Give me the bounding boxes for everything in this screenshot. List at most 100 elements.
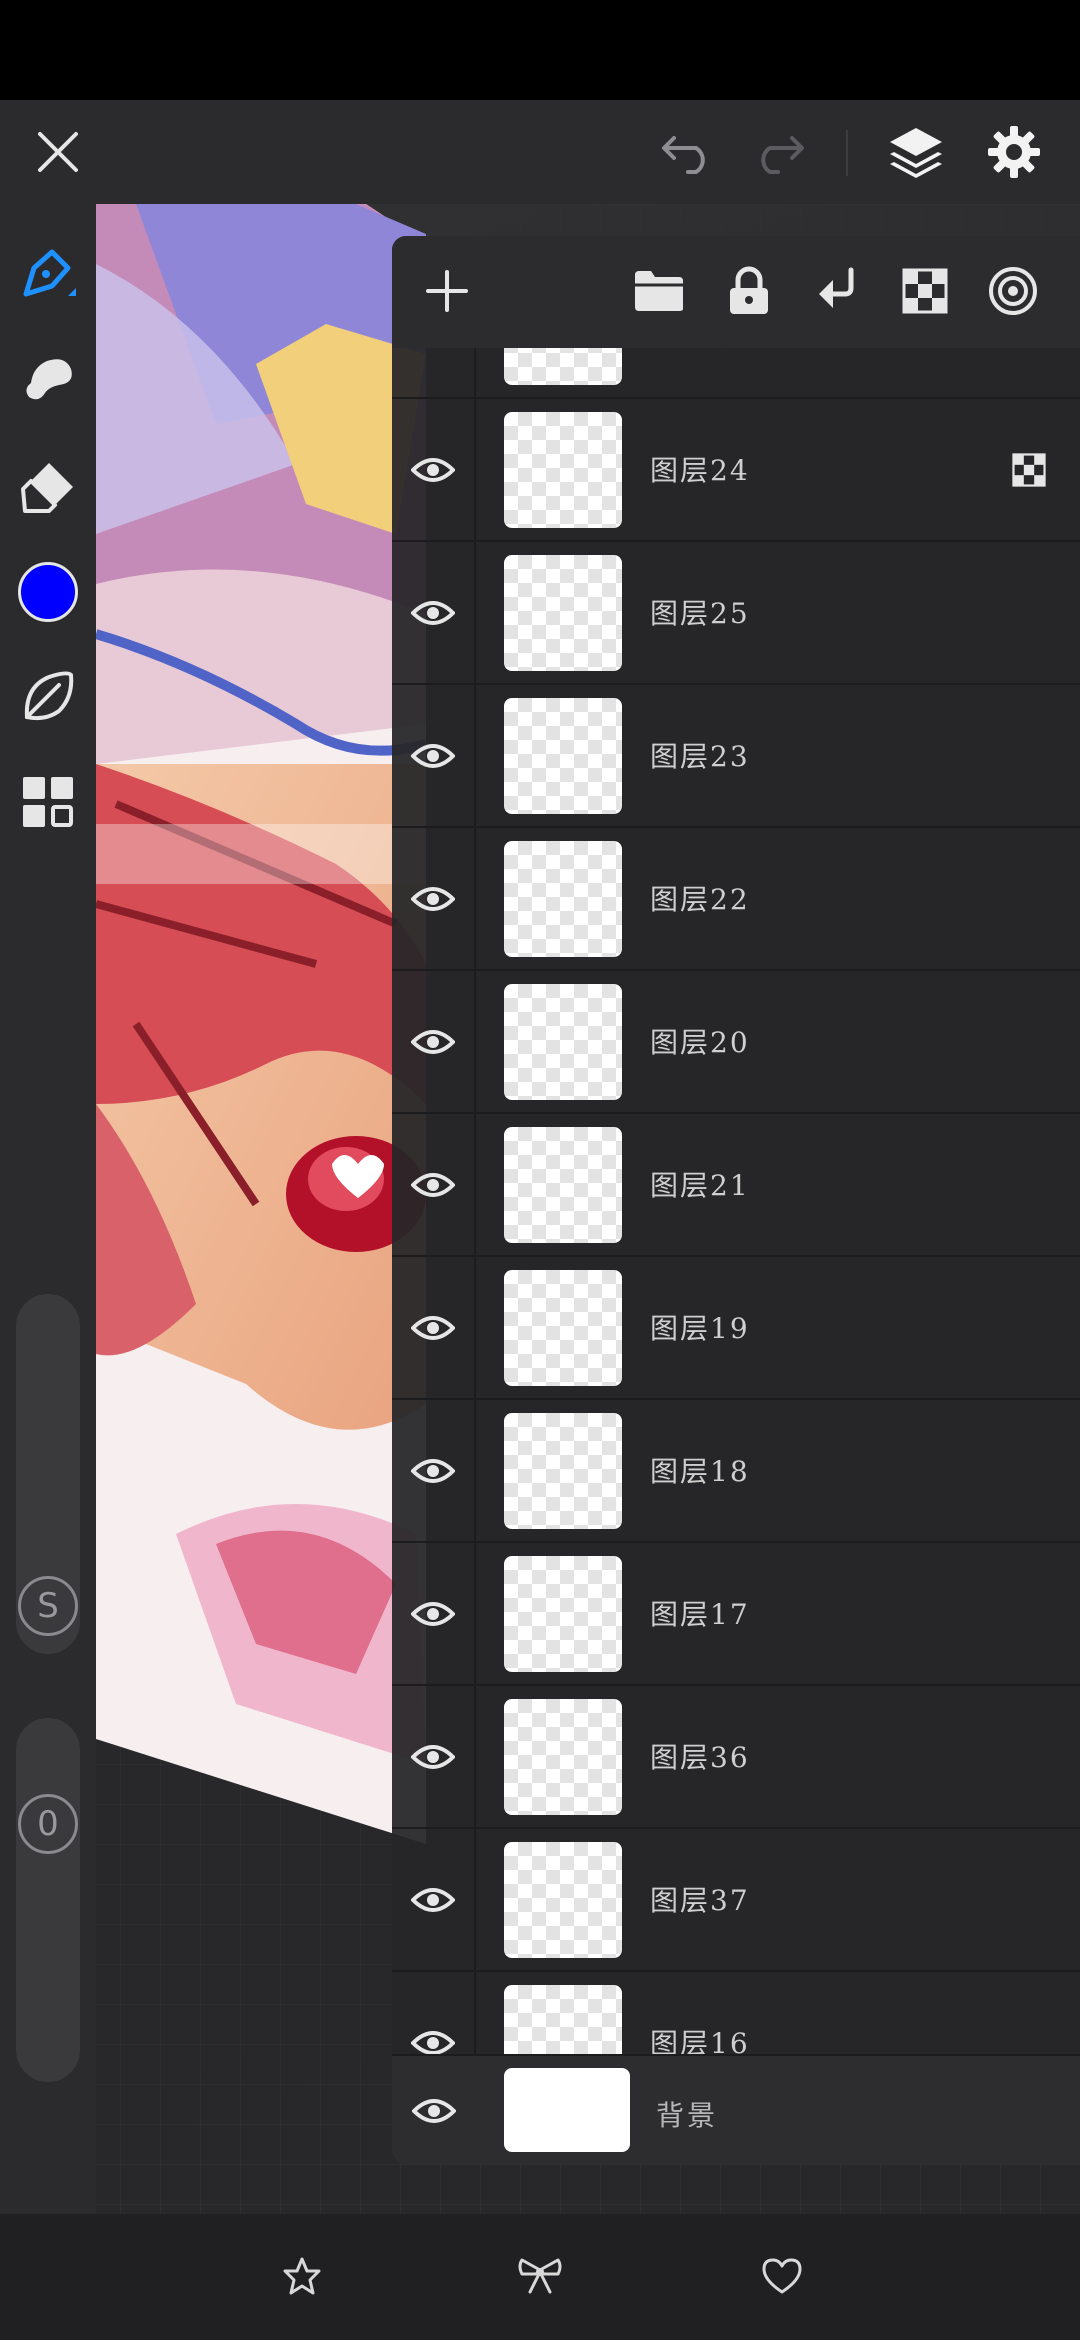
eye-icon — [411, 1029, 455, 1054]
add-layer-button[interactable] — [414, 258, 480, 324]
layer-thumbnail — [504, 555, 622, 671]
visibility-toggle[interactable] — [392, 542, 476, 683]
eye-icon — [411, 1601, 455, 1626]
status-bar — [0, 0, 1080, 100]
blend-mode-icon — [989, 267, 1037, 315]
layer-name: 图层19 — [650, 1312, 750, 1345]
undo-icon — [662, 136, 705, 174]
layer-row[interactable]: 图层27 — [392, 348, 1080, 399]
eye-icon — [411, 743, 455, 768]
layer-list[interactable]: 图层27 图层24 图层25 图层23 图层22 图层20 图层21 图层19 图层18 图层17… — [392, 348, 1080, 2164]
layer-name: 图层24 — [650, 454, 750, 487]
heart-button[interactable] — [750, 2244, 814, 2308]
layer-row[interactable]: 图层21 — [392, 1114, 1080, 1257]
layer-row[interactable]: 图层20 — [392, 971, 1080, 1114]
layer-thumbnail — [504, 412, 622, 528]
opacity-slider[interactable]: 0 — [16, 1718, 80, 2082]
layer-name: 背景 — [656, 2099, 719, 2132]
layer-thumbnail — [504, 348, 622, 385]
opacity-badge: 0 — [18, 1794, 78, 1854]
lock-layer-button[interactable] — [716, 258, 782, 324]
alpha-lock-icon — [902, 268, 948, 314]
layer-name: 图层18 — [650, 1455, 750, 1488]
visibility-toggle[interactable] — [392, 399, 476, 540]
brush-library[interactable] — [14, 662, 82, 730]
layer-row[interactable]: 图层18 — [392, 1400, 1080, 1543]
star-icon — [283, 2257, 321, 2295]
eye-icon — [411, 886, 455, 911]
layer-row[interactable]: 图层24 — [392, 399, 1080, 542]
visibility-toggle[interactable] — [392, 1257, 476, 1398]
star-button[interactable] — [270, 2244, 334, 2308]
gallery-grid-icon — [23, 777, 73, 827]
gear-icon — [988, 126, 1040, 178]
brush-size-slider[interactable]: S — [16, 1294, 80, 1654]
blend-mode-button[interactable] — [980, 258, 1046, 324]
left-toolbar: S 0 — [0, 204, 96, 2214]
layer-thumbnail — [504, 1270, 622, 1386]
layer-name: 图层21 — [650, 1169, 750, 1202]
visibility-toggle[interactable] — [392, 1114, 476, 1255]
bottom-bar — [0, 2214, 1080, 2340]
redo-button[interactable] — [744, 118, 812, 186]
undo-button[interactable] — [654, 118, 722, 186]
pen-tool-icon — [23, 249, 76, 297]
visibility-toggle[interactable] — [392, 348, 476, 397]
gallery-button[interactable] — [14, 768, 82, 836]
settings-button[interactable] — [980, 118, 1048, 186]
bow-icon — [518, 2258, 562, 2294]
visibility-toggle[interactable] — [392, 1686, 476, 1827]
folder-button[interactable] — [626, 258, 692, 324]
eye-icon — [412, 2099, 456, 2123]
lock-icon — [730, 266, 768, 314]
toolbar-divider — [846, 130, 848, 176]
layer-row[interactable]: 图层37 — [392, 1829, 1080, 1972]
layer-thumbnail — [504, 698, 622, 814]
visibility-toggle[interactable] — [392, 1543, 476, 1684]
eye-icon — [411, 1887, 455, 1912]
layer-row[interactable]: 图层22 — [392, 828, 1080, 971]
eye-icon — [411, 1172, 455, 1197]
layer-thumbnail — [504, 1699, 622, 1815]
layer-row[interactable]: 图层17 — [392, 1543, 1080, 1686]
redo-icon — [761, 136, 804, 174]
layer-thumbnail — [504, 2068, 630, 2152]
layer-thumbnail — [504, 1413, 622, 1529]
eraser-tool[interactable] — [14, 452, 82, 520]
bow-button[interactable] — [508, 2244, 572, 2308]
alpha-lock-button[interactable] — [892, 258, 958, 324]
layer-thumbnail — [504, 1556, 622, 1672]
layer-thumbnail — [504, 1127, 622, 1243]
layer-name: 图层25 — [650, 597, 750, 630]
brush-size-badge: S — [18, 1576, 78, 1636]
layers-button[interactable] — [882, 118, 950, 186]
background-layer-row[interactable]: 背景 — [392, 2054, 1080, 2164]
visibility-toggle[interactable] — [392, 2056, 476, 2164]
visibility-toggle[interactable] — [392, 685, 476, 826]
color-swatch[interactable] — [14, 558, 82, 626]
layer-row[interactable]: 图层23 — [392, 685, 1080, 828]
artwork-image — [96, 204, 426, 1844]
folder-icon — [635, 271, 683, 311]
smudge-tool[interactable] — [14, 344, 82, 412]
visibility-toggle[interactable] — [392, 828, 476, 969]
layer-thumbnail — [504, 984, 622, 1100]
leaf-brush-icon — [24, 671, 74, 721]
layer-row[interactable]: 图层25 — [392, 542, 1080, 685]
layers-toolbar — [392, 236, 1080, 348]
layer-name: 图层23 — [650, 740, 750, 773]
visibility-toggle[interactable] — [392, 971, 476, 1112]
add-layer-icon — [426, 270, 468, 312]
pen-tool[interactable] — [14, 240, 82, 308]
layer-name: 图层22 — [650, 883, 750, 916]
visibility-toggle[interactable] — [392, 1829, 476, 1970]
merge-down-button[interactable] — [804, 258, 870, 324]
alpha-lock-indicator-icon — [1012, 453, 1046, 487]
layer-name: 图层37 — [650, 1884, 750, 1917]
close-button[interactable] — [24, 118, 92, 186]
layer-row[interactable]: 图层36 — [392, 1686, 1080, 1829]
visibility-toggle[interactable] — [392, 1400, 476, 1541]
eye-icon — [411, 2030, 455, 2055]
layer-row[interactable]: 图层19 — [392, 1257, 1080, 1400]
layer-name: 图层36 — [650, 1741, 750, 1774]
